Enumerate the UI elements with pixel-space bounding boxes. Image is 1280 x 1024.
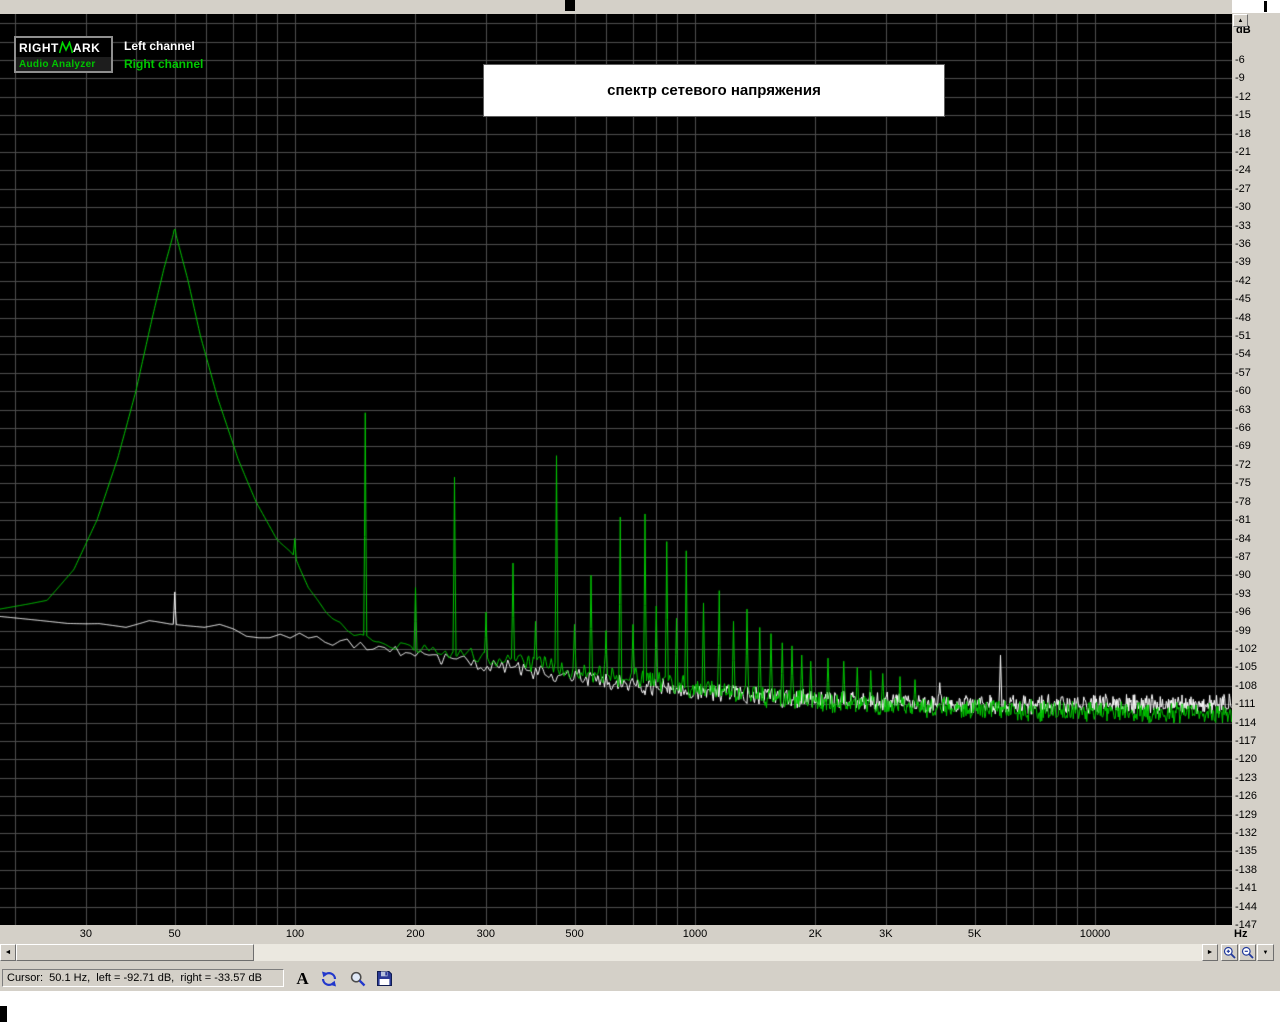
y-tick-label: -96 (1235, 606, 1251, 619)
scroll-right-button[interactable]: ► (1202, 944, 1218, 961)
y-tick-label: -36 (1235, 238, 1251, 251)
zoom-in-button[interactable] (1221, 944, 1238, 961)
x-tick-label: 500 (565, 928, 584, 940)
magnify-button[interactable] (346, 967, 369, 990)
y-tick-label: -21 (1235, 146, 1251, 159)
y-tick-label: -99 (1235, 624, 1251, 637)
legend-left: Left channel (124, 39, 195, 53)
x-tick-label: 3K (879, 928, 893, 940)
y-tick-label: -57 (1235, 366, 1251, 379)
cursor-readout: Cursor: 50.1 Hz, left = -92.71 dB, right… (2, 969, 284, 987)
y-tick-label: -135 (1235, 845, 1258, 858)
y-tick-label: -27 (1235, 182, 1251, 195)
y-tick-label: -108 (1235, 679, 1258, 692)
x-tick-label: 5K (967, 928, 982, 940)
scroll-left-button[interactable]: ◄ (0, 944, 16, 961)
y-tick-label: -54 (1235, 348, 1251, 361)
y-tick-label: -120 (1235, 753, 1258, 766)
y-tick-label: -45 (1235, 293, 1251, 306)
y-tick-label: -105 (1235, 661, 1258, 674)
x-tick-label: 50 (168, 928, 181, 940)
y-tick-label: -9 (1235, 72, 1245, 85)
magnifier-minus-icon (1241, 946, 1254, 959)
rmaa-logo-line2: Audio Analyzer (16, 57, 111, 71)
y-tick-label: -132 (1235, 826, 1258, 839)
x-tick-label: 300 (476, 928, 496, 940)
y-tick-label: -51 (1235, 330, 1251, 343)
x-tick-label: 10000 (1079, 928, 1111, 940)
y-tick-label: -69 (1235, 440, 1251, 453)
logo-text-right: RIGHT (19, 40, 59, 55)
y-tick-label: -81 (1235, 514, 1251, 527)
magnifier-icon (350, 971, 365, 986)
x-tick-label: 100 (285, 928, 305, 940)
x-tick-label: 1000 (682, 928, 708, 940)
y-tick-label: -12 (1235, 90, 1251, 103)
y-tick-label: -87 (1235, 550, 1251, 563)
y-tick-label: -39 (1235, 256, 1251, 269)
y-tick-label: -6 (1235, 54, 1245, 66)
bottom-strip (0, 991, 1280, 1024)
magnifier-plus-icon (1223, 946, 1236, 959)
y-tick-label: -147 (1235, 918, 1258, 931)
y-tick-label: -66 (1235, 422, 1251, 435)
y-tick-label: -24 (1235, 164, 1251, 177)
y-tick-label: -60 (1235, 385, 1251, 398)
rmaa-logo-line1: RIGHT ARK (16, 38, 111, 57)
chart-title-box: спектр сетевого напряжения (483, 64, 945, 117)
y-tick-label: -90 (1235, 569, 1251, 582)
y-tick-label: -15 (1235, 109, 1251, 122)
spectrum-plot-canvas[interactable] (0, 14, 1232, 925)
screen-artifact (0, 1006, 7, 1022)
y-tick-label: -84 (1235, 532, 1251, 545)
screen-artifact (1264, 1, 1267, 12)
y-tick-label: -144 (1235, 900, 1258, 913)
y-tick-label: -114 (1235, 716, 1257, 729)
x-tick-label: 2K (808, 928, 823, 940)
y-tick-label: -123 (1235, 771, 1258, 784)
y-tick-label: -102 (1235, 642, 1258, 655)
x-tick-label: 30 (79, 928, 92, 940)
floppy-icon (377, 971, 392, 986)
h-scrollbar-thumb[interactable] (16, 944, 254, 961)
y-tick-label: -42 (1235, 274, 1251, 287)
y-tick-label: -111 (1235, 698, 1256, 711)
y-tick-label: -78 (1235, 495, 1251, 508)
y-tick-label: -138 (1235, 863, 1258, 876)
zoom-out-button[interactable] (1239, 944, 1256, 961)
y-tick-label: -117 (1235, 734, 1257, 747)
refresh-icon (321, 971, 336, 986)
screen-artifact (565, 0, 575, 11)
y-tick-label: -48 (1235, 311, 1251, 324)
x-tick-label: 200 (406, 928, 425, 940)
y-tick-label: -129 (1235, 808, 1258, 821)
y-tick-label: -63 (1235, 403, 1251, 416)
font-button[interactable]: A (291, 967, 314, 990)
legend-right: Right channel (124, 57, 204, 71)
refresh-button[interactable] (317, 967, 340, 990)
y-tick-label: -33 (1235, 219, 1251, 232)
y-tick-label: -72 (1235, 458, 1251, 471)
y-tick-label: -18 (1235, 127, 1251, 140)
y-tick-label: -141 (1235, 882, 1258, 895)
screen-artifact (1232, 0, 1280, 13)
rmaa-logo: RIGHT ARK Audio Analyzer (14, 36, 113, 73)
logo-text-ark: ARK (72, 40, 101, 55)
save-button[interactable] (373, 967, 396, 990)
app-window: RIGHT ARK Audio Analyzer Left channel Ri… (0, 0, 1280, 1024)
logo-waveform-icon (58, 41, 73, 54)
y-tick-label: -75 (1235, 477, 1251, 490)
y-tick-label: -126 (1235, 790, 1258, 803)
db-scroll-up-button[interactable]: ▲ (1233, 14, 1248, 27)
db-scroll-down-button[interactable]: ▼ (1257, 944, 1274, 961)
y-tick-label: -30 (1235, 201, 1251, 214)
y-tick-label: -93 (1235, 587, 1251, 600)
